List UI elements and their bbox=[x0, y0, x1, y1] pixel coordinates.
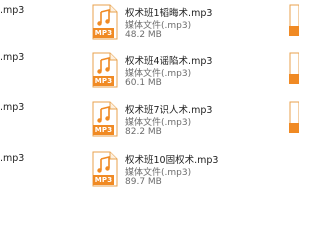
file-name: .mp3 bbox=[0, 5, 25, 16]
file-name: .mp3 bbox=[0, 52, 25, 63]
file-name: 权术班4谣陷术.mp3 bbox=[125, 56, 213, 67]
mp3-label: MP3 bbox=[93, 125, 114, 135]
file-size: 82.2 MB bbox=[125, 127, 162, 137]
mp3-label: MP3 bbox=[93, 175, 114, 185]
file-tile-3[interactable]: MP3 权术班7识人术.mp3 媒体文件(.mp3) 82.2 MB bbox=[92, 99, 262, 139]
file-name: .mp3 bbox=[0, 153, 25, 164]
mp3-label: MP3 bbox=[93, 76, 114, 86]
file-tile-1[interactable]: MP3 权术班1韬晦术.mp3 媒体文件(.mp3) 48.2 MB bbox=[92, 2, 262, 42]
file-tile-4[interactable]: MP3 权术班10固权术.mp3 媒体文件(.mp3) 89.7 MB bbox=[92, 149, 262, 189]
music-file-icon: MP3 bbox=[92, 4, 118, 40]
file-size: 48.2 MB bbox=[125, 30, 162, 40]
file-tile-2[interactable]: MP3 权术班4谣陷术.mp3 媒体文件(.mp3) 60.1 MB bbox=[92, 50, 262, 90]
music-file-icon: MP3 bbox=[92, 52, 118, 88]
file-name: 权术班7识人术.mp3 bbox=[125, 105, 213, 116]
file-size: 89.7 MB bbox=[125, 177, 162, 187]
music-file-icon: MP3 bbox=[92, 101, 118, 137]
music-file-icon[interactable] bbox=[289, 52, 299, 84]
mp3-label: MP3 bbox=[93, 28, 114, 38]
file-size: 60.1 MB bbox=[125, 78, 162, 88]
music-file-icon[interactable] bbox=[289, 4, 299, 36]
file-name: .mp3 bbox=[0, 102, 25, 113]
music-file-icon: MP3 bbox=[92, 151, 118, 187]
music-file-icon[interactable] bbox=[289, 101, 299, 133]
file-name: 权术班1韬晦术.mp3 bbox=[125, 8, 213, 19]
file-name: 权术班10固权术.mp3 bbox=[125, 155, 219, 166]
